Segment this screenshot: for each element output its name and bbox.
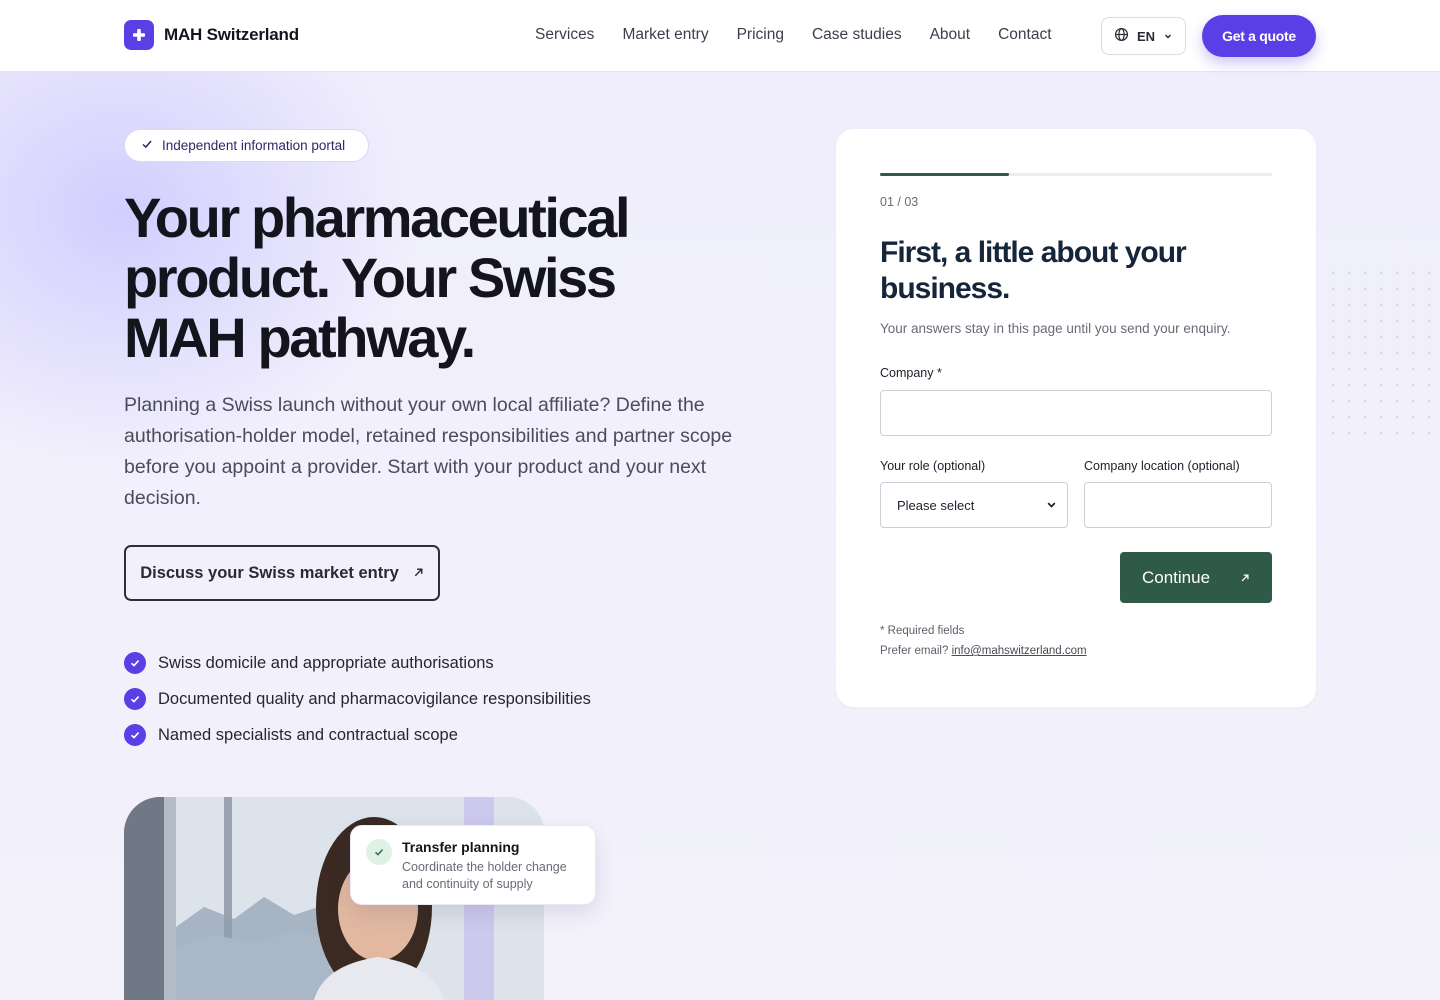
discuss-market-entry-button[interactable]: Discuss your Swiss market entry [124, 545, 440, 601]
badge-label: Independent information portal [162, 138, 346, 153]
required-note: * Required fields [880, 625, 965, 637]
form-title: First, a little about your business. [880, 236, 1187, 305]
arrow-up-right-icon [1240, 568, 1250, 588]
benefit-list: Swiss domicile and appropriate authorisa… [124, 645, 591, 753]
check-icon [366, 839, 392, 865]
list-item: Named specialists and contractual scope [124, 717, 591, 753]
nav-market-entry[interactable]: Market entry [622, 26, 708, 44]
list-item: Swiss domicile and appropriate authorisa… [124, 645, 591, 681]
role-select-value: Please select [897, 497, 975, 513]
form-subtitle: Your answers stay in this page until you… [880, 321, 1231, 336]
plus-icon [124, 20, 154, 50]
hero-lead: Planning a Swiss launch without your own… [124, 394, 733, 509]
company-input[interactable] [880, 390, 1272, 436]
progress-bar [880, 173, 1272, 176]
logo[interactable]: MAH Switzerland [124, 20, 299, 50]
company-label: Company * [880, 366, 942, 380]
check-circle-icon [124, 688, 146, 710]
check-icon [141, 138, 153, 153]
location-input[interactable] [1084, 482, 1272, 528]
check-circle-icon [124, 652, 146, 674]
card-title: Transfer planning [402, 839, 520, 855]
benefit-text: Swiss domicile and appropriate authorisa… [158, 653, 494, 672]
progress-fill [880, 173, 1010, 176]
main-nav: Services Market entry Pricing Case studi… [535, 26, 1052, 44]
nav-contact[interactable]: Contact [998, 26, 1051, 44]
step-indicator: 01 / 03 [880, 195, 919, 209]
role-label: Your role (optional) [880, 459, 986, 473]
enquiry-form: 01 / 03 First, a little about your busin… [836, 129, 1316, 707]
nav-pricing[interactable]: Pricing [737, 26, 784, 44]
language-label: EN [1136, 28, 1156, 44]
info-badge: Independent information portal [124, 129, 369, 162]
arrow-up-right-icon [413, 564, 424, 583]
benefit-text: Documented quality and pharmacovigilance… [158, 689, 591, 708]
card-subtitle: Coordinate the holder change and continu… [402, 860, 567, 891]
dot-pattern [1325, 265, 1435, 435]
prefer-email-note: Prefer email? info@mahswitzerland.com [880, 645, 1087, 657]
button-label: Discuss your Swiss market entry [140, 563, 399, 582]
language-selector[interactable]: EN [1101, 17, 1186, 55]
transfer-planning-card: Transfer planning Coordinate the holder … [350, 825, 596, 905]
brand-name: MAH Switzerland [164, 25, 299, 44]
nav-services[interactable]: Services [535, 26, 594, 44]
nav-case-studies[interactable]: Case studies [812, 26, 902, 44]
email-link[interactable]: info@mahswitzerland.com [952, 645, 1087, 657]
list-item: Documented quality and pharmacovigilance… [124, 681, 591, 717]
chevron-down-icon [1046, 498, 1057, 513]
continue-button[interactable]: Continue [1120, 552, 1272, 603]
prefer-email-text: Prefer email? [880, 645, 949, 657]
check-circle-icon [124, 724, 146, 746]
site-header: MAH Switzerland Services Market entry Pr… [0, 0, 1440, 72]
globe-icon [1114, 27, 1129, 45]
location-label: Company location (optional) [1084, 459, 1240, 473]
continue-label: Continue [1142, 567, 1211, 587]
get-quote-button[interactable]: Get a quote [1202, 15, 1316, 57]
benefit-text: Named specialists and contractual scope [158, 725, 458, 744]
chevron-down-icon [1163, 29, 1173, 44]
role-select[interactable]: Please select [880, 482, 1068, 528]
hero-title: Your pharmaceutical product. Your Swiss … [124, 186, 631, 369]
nav-about[interactable]: About [930, 26, 971, 44]
